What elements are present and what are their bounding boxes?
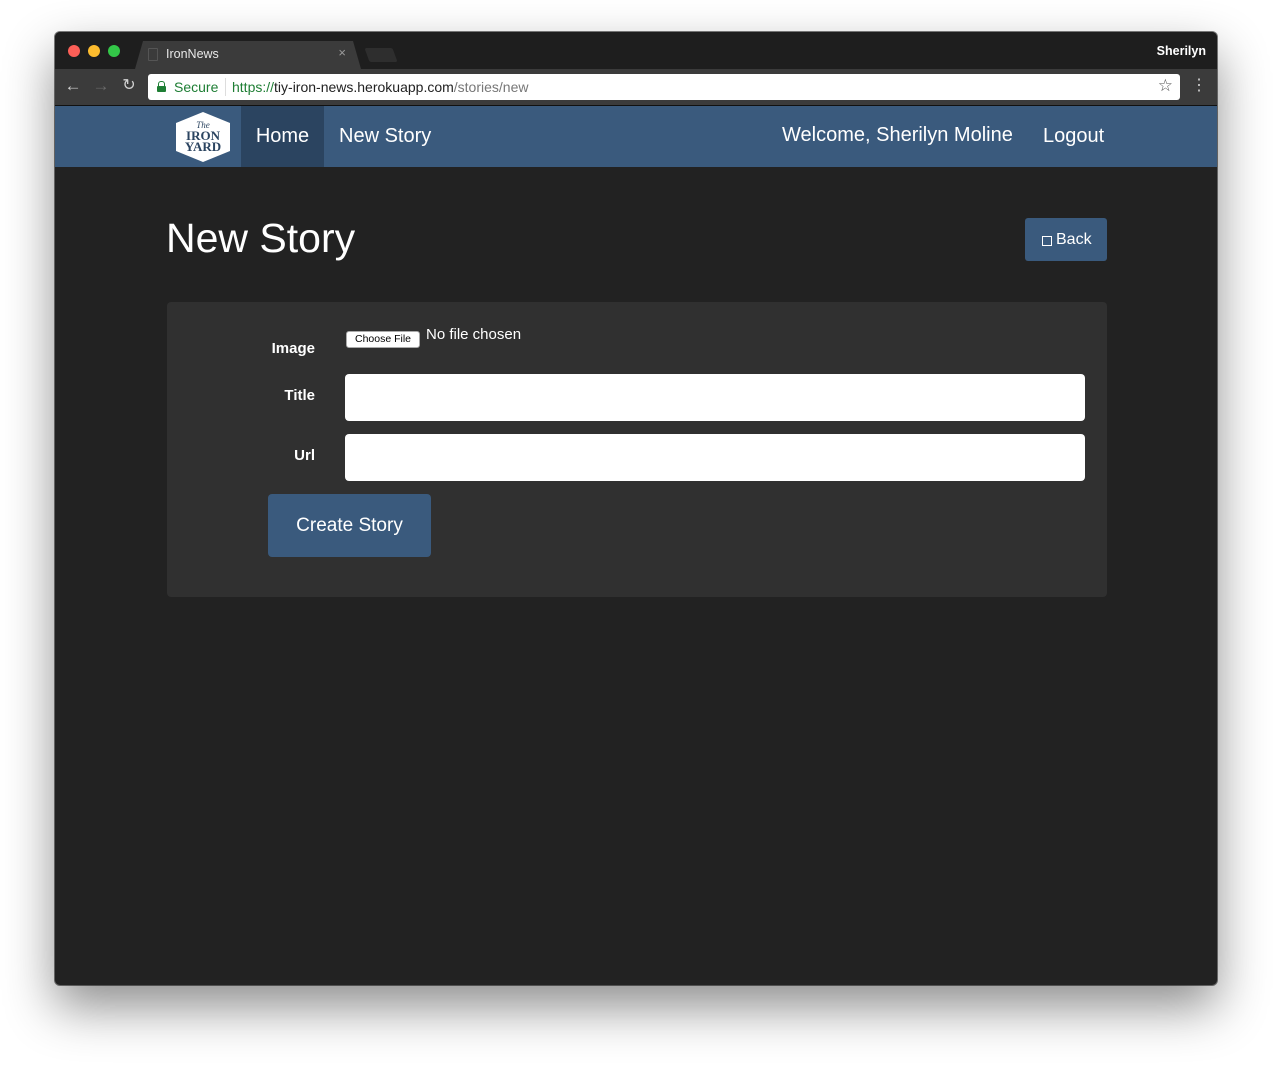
title-label: Title	[284, 387, 315, 404]
browser-titlebar: IronNews × Sherilyn	[55, 32, 1217, 69]
iron-yard-logo[interactable]: The IRON YARD	[172, 111, 234, 163]
new-story-form: Image Choose File No file chosen Title U…	[167, 302, 1107, 597]
address-bar[interactable]: Secure https://tiy-iron-news.herokuapp.c…	[148, 74, 1180, 100]
close-window-button[interactable]	[68, 45, 80, 57]
url-label: Url	[294, 447, 315, 464]
title-input[interactable]	[345, 374, 1085, 421]
url-host: tiy-iron-news.herokuapp.com	[274, 79, 454, 95]
url-text[interactable]: https://tiy-iron-news.herokuapp.com/stor…	[232, 79, 528, 95]
maximize-window-button[interactable]	[108, 45, 120, 57]
minimize-window-button[interactable]	[88, 45, 100, 57]
back-button[interactable]: Back	[1025, 218, 1107, 261]
choose-file-button[interactable]: Choose File	[346, 331, 420, 348]
kebab-menu-icon[interactable]: ⋮	[1191, 77, 1207, 95]
logout-link[interactable]: Logout	[1043, 106, 1104, 167]
back-arrow-icon[interactable]: ←	[64, 77, 82, 95]
lock-icon	[157, 81, 166, 92]
url-scheme: https://	[232, 79, 275, 95]
profile-name[interactable]: Sherilyn	[1157, 44, 1206, 58]
address-divider	[225, 78, 226, 96]
browser-tab[interactable]: IronNews ×	[135, 41, 361, 69]
create-story-button[interactable]: Create Story	[268, 494, 431, 557]
new-tab-button[interactable]	[364, 48, 398, 62]
no-file-text: No file chosen	[426, 326, 522, 343]
image-label: Image	[271, 340, 315, 357]
site-navbar: The IRON YARD Home New Story Welcome, Sh…	[55, 105, 1217, 167]
secure-label: Secure	[174, 79, 219, 95]
tab-close-icon[interactable]: ×	[338, 46, 346, 60]
browser-toolbar: ← → ↻ Secure https://tiy-iron-news.herok…	[55, 69, 1217, 105]
reload-icon[interactable]: ↻	[120, 77, 138, 95]
back-button-label: Back	[1056, 231, 1092, 248]
url-path: /stories/new	[453, 79, 529, 95]
browser-window: IronNews × Sherilyn ← → ↻ Secure https:/…	[55, 32, 1217, 985]
logo-text-yard: YARD	[185, 139, 221, 154]
page-title: New Story	[166, 215, 356, 261]
url-input[interactable]	[345, 434, 1085, 481]
forward-arrow-icon[interactable]: →	[92, 77, 110, 95]
star-icon[interactable]: ☆	[1158, 76, 1173, 96]
nav-new-story-link[interactable]: New Story	[339, 106, 431, 167]
back-icon	[1042, 236, 1052, 246]
welcome-text: Welcome, Sherilyn Moline	[782, 124, 1013, 146]
tab-title: IronNews	[166, 47, 219, 61]
nav-home-link[interactable]: Home	[241, 106, 324, 167]
page-icon	[148, 48, 158, 61]
